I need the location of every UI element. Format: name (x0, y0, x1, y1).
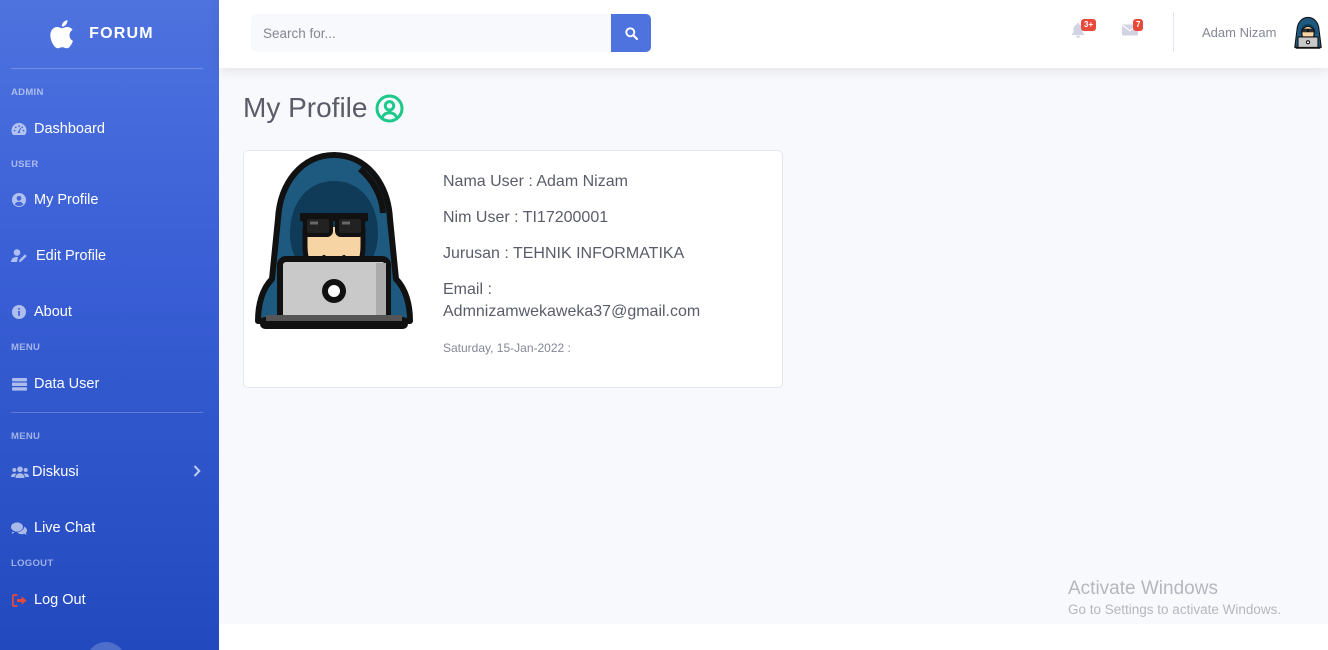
messages-badge: 7 (1133, 19, 1144, 31)
profile-nim: Nim User : TI17200001 (443, 209, 609, 226)
sidebar: FORUM ADMIN Dashboard USER My Profile Ed… (0, 0, 219, 650)
user-edit-icon (11, 248, 29, 264)
heading-admin: ADMIN (11, 87, 44, 98)
profile-email: Email : Admnizamwekaweka37@gmail.com (443, 279, 773, 323)
sidebar-item-diskusi[interactable]: Diskusi (0, 460, 219, 484)
watermark-title: Activate Windows (1068, 578, 1218, 599)
profile-info: Nama User : Adam Nizam Nim User : TI1720… (443, 171, 773, 355)
table-icon (11, 376, 27, 392)
user-circle-icon (11, 192, 27, 208)
sidebar-divider (11, 412, 203, 413)
windows-activation-watermark: Activate Windows Go to Settings to activ… (1068, 578, 1281, 617)
alerts-badge: 3+ (1081, 19, 1097, 31)
sidebar-item-label: About (34, 304, 72, 320)
search-form (251, 14, 651, 52)
heading-user: USER (11, 159, 39, 170)
heading-logout: LOGOUT (11, 558, 54, 569)
apple-icon (50, 20, 74, 49)
user-circle-icon (375, 94, 404, 122)
sidebar-item-live-chat[interactable]: Live Chat (0, 516, 219, 540)
sidebar-item-about[interactable]: About (0, 300, 219, 324)
profile-date: Saturday, 15-Jan-2022 : (443, 341, 571, 355)
users-icon (11, 464, 29, 480)
profile-jurusan: Jurusan : TEHNIK INFORMATIKA (443, 245, 685, 262)
sidebar-item-label: Dashboard (34, 121, 105, 137)
sidebar-item-my-profile[interactable]: My Profile (0, 188, 219, 212)
info-icon (11, 304, 27, 320)
brand-name: FORUM (89, 25, 154, 42)
topbar: 3+ 7 Adam Nizam (219, 0, 1328, 68)
search-input[interactable] (251, 14, 611, 52)
topbar-divider (1173, 12, 1174, 52)
messages-dropdown[interactable]: 7 (1122, 19, 1144, 42)
alerts-dropdown[interactable]: 3+ (1071, 19, 1097, 42)
sidebar-item-data-user[interactable]: Data User (0, 372, 219, 396)
page-title: My Profile (243, 92, 404, 124)
brand-link[interactable]: FORUM (0, 0, 219, 68)
chevron-right-icon (193, 465, 201, 481)
sidebar-toggle-button[interactable] (86, 642, 126, 650)
user-name[interactable]: Adam Nizam (1202, 25, 1276, 40)
profile-card: Nama User : Adam Nizam Nim User : TI1720… (243, 150, 783, 388)
heading-menu-2: MENU (11, 431, 41, 442)
sidebar-item-label: Live Chat (34, 520, 96, 536)
avatar[interactable] (1293, 16, 1323, 50)
footer (219, 624, 1328, 650)
sidebar-item-dashboard[interactable]: Dashboard (0, 117, 219, 141)
sidebar-item-edit-profile[interactable]: Edit Profile (0, 244, 219, 268)
sidebar-item-label: Log Out (34, 592, 86, 608)
profile-nama: Nama User : Adam Nizam (443, 173, 628, 190)
sign-out-icon (11, 592, 27, 608)
sidebar-item-label: Diskusi (32, 464, 79, 480)
sidebar-item-log-out[interactable]: Log Out (0, 588, 219, 612)
sidebar-item-label: Edit Profile (36, 248, 107, 264)
heading-menu: MENU (11, 342, 41, 353)
watermark-subtitle: Go to Settings to activate Windows. (1068, 602, 1282, 617)
main-content: My Profile Nama User : Adam Nizam Nim Us… (219, 68, 1328, 624)
search-button[interactable] (611, 14, 651, 52)
sidebar-item-label: My Profile (34, 192, 99, 208)
dashboard-icon (11, 121, 27, 137)
profile-email-value: Admnizamwekaweka37@gmail.com (443, 303, 701, 320)
profile-avatar-image (255, 152, 413, 329)
page-title-text: My Profile (243, 92, 368, 123)
sidebar-divider (11, 68, 203, 69)
search-icon (624, 26, 638, 40)
profile-email-label: Email : (443, 281, 492, 298)
comments-icon (11, 520, 27, 536)
sidebar-item-label: Data User (34, 376, 100, 392)
